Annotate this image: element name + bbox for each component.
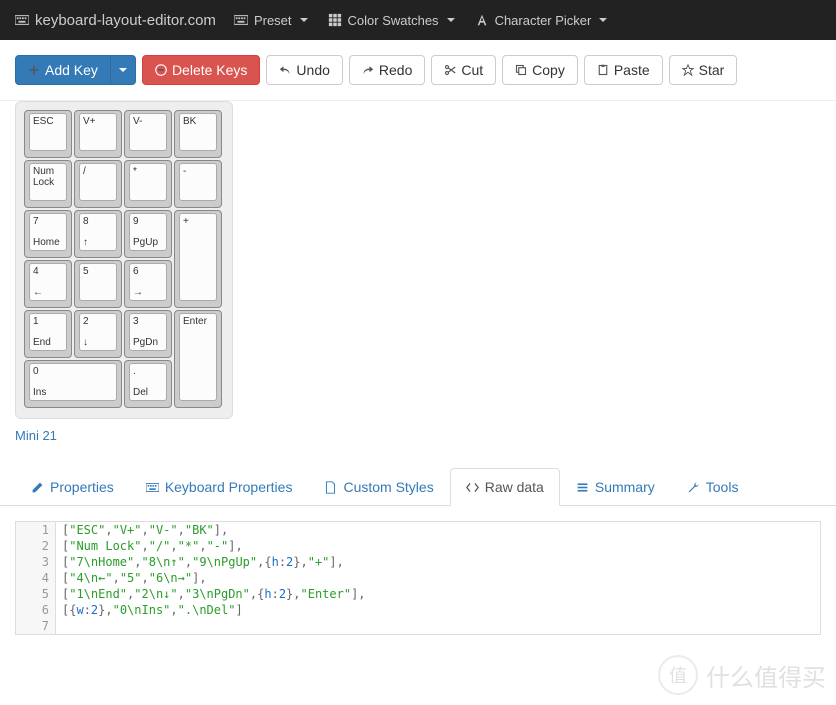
undo-icon — [279, 64, 291, 76]
cut-button[interactable]: Cut — [431, 55, 496, 85]
plus-icon — [28, 64, 40, 76]
grid-icon — [328, 13, 342, 27]
keyboard-canvas[interactable]: ESCV+V-BK Num Lock/*- 7Home8↑9PgUp+4←56→ 1E… — [15, 101, 233, 419]
key[interactable]: * — [124, 160, 172, 208]
paste-icon — [597, 64, 609, 76]
key[interactable]: 7Home — [24, 210, 72, 258]
scissors-icon — [444, 64, 456, 76]
key[interactable]: ESC — [24, 110, 72, 158]
key[interactable]: 9PgUp — [124, 210, 172, 258]
workspace: ESCV+V-BK Num Lock/*- 7Home8↑9PgUp+4←56→ 1E… — [0, 101, 836, 453]
star-button[interactable]: Star — [669, 55, 738, 85]
chevron-down-icon — [599, 18, 607, 22]
keyboard-title: Mini 21 — [15, 428, 821, 443]
brand-text: keyboard-layout-editor.com — [35, 12, 216, 29]
nav-character-picker[interactable]: Character Picker — [475, 13, 608, 28]
wrench-icon — [687, 481, 700, 494]
font-icon — [475, 13, 489, 27]
tab-keyboard-properties[interactable]: Keyboard Properties — [130, 468, 309, 506]
key[interactable]: 0Ins — [24, 360, 122, 408]
key[interactable]: V+ — [74, 110, 122, 158]
brand[interactable]: keyboard-layout-editor.com — [15, 12, 216, 29]
pencil-icon — [31, 481, 44, 494]
keyboard-icon — [234, 13, 248, 27]
chevron-down-icon — [300, 18, 308, 22]
key[interactable]: + — [174, 210, 222, 308]
raw-data-editor[interactable]: 1["ESC","V+","V-","BK"],2["Num Lock","/"… — [15, 521, 821, 635]
key[interactable]: 3PgDn — [124, 310, 172, 358]
star-icon — [682, 64, 694, 76]
key[interactable]: V- — [124, 110, 172, 158]
tab-summary[interactable]: Summary — [560, 468, 671, 506]
toolbar: Add Key Delete Keys Undo Redo Cut Copy P… — [0, 40, 836, 101]
list-icon — [576, 481, 589, 494]
add-key-dropdown[interactable] — [111, 55, 136, 85]
copy-icon — [515, 64, 527, 76]
delete-keys-button[interactable]: Delete Keys — [142, 55, 260, 85]
key[interactable]: BK — [174, 110, 222, 158]
nav-color-swatches[interactable]: Color Swatches — [328, 13, 455, 28]
minus-icon — [155, 64, 167, 76]
keyboard-icon — [15, 13, 29, 27]
file-icon — [324, 481, 337, 494]
key[interactable]: 2↓ — [74, 310, 122, 358]
navbar: keyboard-layout-editor.com Preset Color … — [0, 0, 836, 40]
tab-raw-data[interactable]: Raw data — [450, 468, 560, 506]
redo-icon — [362, 64, 374, 76]
code-icon — [466, 481, 479, 494]
paste-button[interactable]: Paste — [584, 55, 663, 85]
key[interactable]: 1End — [24, 310, 72, 358]
key[interactable]: - — [174, 160, 222, 208]
redo-button[interactable]: Redo — [349, 55, 425, 85]
key[interactable]: 8↑ — [74, 210, 122, 258]
undo-button[interactable]: Undo — [266, 55, 342, 85]
tab-properties[interactable]: Properties — [15, 468, 130, 506]
tab-custom-styles[interactable]: Custom Styles — [308, 468, 449, 506]
key[interactable]: Num Lock — [24, 160, 72, 208]
key[interactable]: 4← — [24, 260, 72, 308]
add-key-button[interactable]: Add Key — [15, 55, 111, 85]
key[interactable]: / — [74, 160, 122, 208]
key[interactable]: 5 — [74, 260, 122, 308]
keyboard-icon — [146, 481, 159, 494]
chevron-down-icon — [119, 68, 127, 72]
copy-button[interactable]: Copy — [502, 55, 578, 85]
nav-preset[interactable]: Preset — [234, 13, 308, 28]
key[interactable]: 6→ — [124, 260, 172, 308]
chevron-down-icon — [447, 18, 455, 22]
tabs: Properties Keyboard Properties Custom St… — [0, 468, 836, 506]
watermark: 值什么值得买 — [658, 655, 826, 695]
key[interactable]: .Del — [124, 360, 172, 408]
key[interactable]: Enter — [174, 310, 222, 408]
tab-tools[interactable]: Tools — [671, 468, 755, 506]
add-key-group: Add Key — [15, 55, 136, 85]
